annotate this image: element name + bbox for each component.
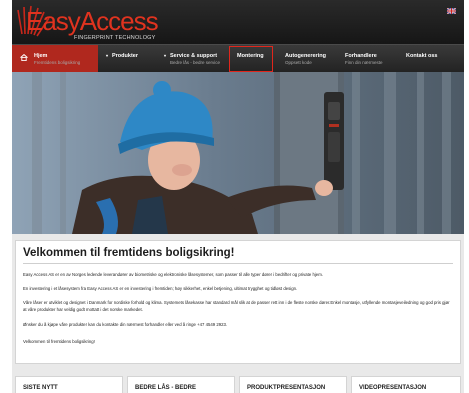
- nav-item-label: Forhandlere: [345, 53, 377, 59]
- box-siste-nytt[interactable]: SISTE NYTT: [15, 376, 123, 393]
- nav-item-hjem[interactable]: Hjem Fremtidens boligsikring: [12, 45, 98, 73]
- nav-item-service-support[interactable]: ▾ Service & support Bedre lås - bedre se…: [162, 45, 232, 73]
- uk-flag-icon[interactable]: [447, 8, 456, 14]
- logo-wordmark: EasyAccess: [26, 6, 159, 36]
- nav-item-forhandlere[interactable]: Forhandlere Finn din nærmeste: [343, 45, 395, 73]
- title-divider: [23, 263, 453, 264]
- nav-item-label: Autogenerering: [285, 53, 326, 59]
- box-bedre-las[interactable]: BEDRE LÅS - BEDRE: [127, 376, 235, 393]
- logo-tagline: FINGERPRINT TECHNOLOGY: [74, 35, 156, 41]
- nav-item-sub: Finn din nærmeste: [345, 60, 383, 65]
- page-shell: EasyAccess FINGERPRINT TECHNOLOGY Hjem F…: [12, 0, 464, 393]
- hero-image: [12, 72, 464, 234]
- welcome-paragraph-3: Våre låser er utviklet og designet i Dan…: [23, 300, 450, 312]
- nav-item-autogenerering[interactable]: Autogenerering Oppsett kode: [282, 45, 338, 73]
- site-logo[interactable]: EasyAccess FINGERPRINT TECHNOLOGY: [16, 4, 159, 42]
- hero-photo-illustration: [12, 72, 464, 234]
- nav-item-kontakt-oss[interactable]: Kontakt oss: [404, 45, 460, 73]
- nav-item-label: Kontakt oss: [406, 53, 438, 59]
- nav-item-sub: Oppsett kode: [285, 60, 312, 65]
- welcome-title: Velkommen til fremtidens boligsikring!: [23, 247, 235, 259]
- main-nav: Hjem Fremtidens boligsikring ▾ Produkter…: [12, 44, 464, 73]
- welcome-paragraph-4: Ønsker du å kjøpe våre produkter kan du …: [23, 322, 228, 327]
- welcome-paragraph-2: En investering i et låsesystem fra Easy …: [23, 286, 298, 291]
- home-icon: [20, 54, 28, 61]
- nav-item-label: Montering: [237, 53, 264, 59]
- caret-down-icon: ▾: [164, 53, 167, 58]
- box-produktpresentasjon[interactable]: PRODUKTPRESENTASJON: [239, 376, 347, 393]
- nav-item-label: Service & support: [170, 53, 218, 59]
- nav-item-label: Hjem: [34, 53, 48, 59]
- nav-item-produkter[interactable]: ▾ Produkter: [104, 45, 160, 73]
- caret-down-icon: ▾: [106, 53, 109, 58]
- nav-item-montering[interactable]: Montering: [228, 45, 274, 73]
- welcome-panel: Velkommen til fremtidens boligsikring! E…: [15, 240, 461, 364]
- site-header: EasyAccess FINGERPRINT TECHNOLOGY: [12, 0, 464, 44]
- welcome-paragraph-1: Easy Access AS er en av Norges ledende l…: [23, 272, 323, 277]
- nav-item-sub: Bedre lås - bedre service: [170, 60, 221, 65]
- nav-item-label: Produkter: [112, 53, 138, 59]
- nav-item-sub: Fremtidens boligsikring: [34, 60, 81, 65]
- welcome-paragraph-5: Velkommen til fremtidens boligsikring!: [23, 339, 95, 344]
- feature-boxes: SISTE NYTT BEDRE LÅS - BEDRE PRODUKTPRES…: [15, 376, 461, 393]
- box-videopresentasjon[interactable]: VIDEOPRESENTASJON: [351, 376, 461, 393]
